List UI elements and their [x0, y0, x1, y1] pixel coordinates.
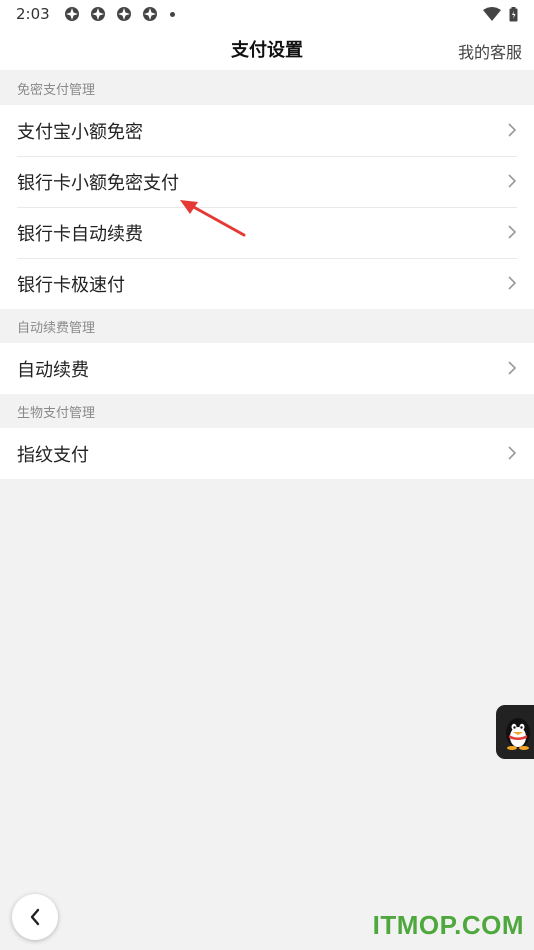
app-notification-icon	[116, 7, 131, 21]
nav-bar: 支付设置 我的客服	[0, 28, 534, 70]
more-notifications-dot	[169, 11, 175, 17]
qq-floating-widget[interactable]	[496, 705, 534, 759]
section-header-auto-renewal: 自动续费管理	[0, 309, 534, 343]
back-button[interactable]	[12, 894, 58, 940]
list-biometric: 指纹支付	[0, 428, 534, 479]
wifi-icon	[483, 7, 501, 21]
chevron-right-icon	[508, 361, 517, 375]
section-header-password-free: 免密支付管理	[0, 71, 534, 105]
status-bar: 2:03	[0, 0, 534, 28]
app-notification-icon	[90, 7, 105, 21]
list-item-bankcard-auto-renewal[interactable]: 银行卡自动续费	[0, 207, 534, 258]
list-item-bankcard-express-pay[interactable]: 银行卡极速付	[0, 258, 534, 309]
chevron-right-icon	[508, 225, 517, 239]
list-item-label: 银行卡自动续费	[17, 223, 143, 245]
list-item-auto-renewal[interactable]: 自动续费	[0, 343, 534, 394]
app-notification-icon	[64, 7, 79, 21]
list-auto-renewal: 自动续费	[0, 343, 534, 394]
chevron-left-icon	[30, 908, 40, 926]
customer-service-link[interactable]: 我的客服	[458, 39, 522, 63]
list-item-label: 银行卡极速付	[17, 274, 125, 296]
list-item-label: 自动续费	[17, 359, 89, 381]
status-right	[483, 6, 518, 22]
annotation-arrow-icon	[180, 200, 246, 237]
chevron-right-icon	[508, 276, 517, 290]
section-header-biometric: 生物支付管理	[0, 394, 534, 428]
chevron-right-icon	[508, 446, 517, 460]
list-item-label: 支付宝小额免密	[17, 121, 143, 143]
qq-penguin-icon	[506, 718, 530, 750]
page-title: 支付设置	[231, 40, 303, 61]
list-item-label: 银行卡小额免密支付	[17, 172, 179, 194]
watermark: ITMOP.COM	[372, 910, 524, 940]
chevron-right-icon	[508, 123, 517, 137]
list-item-label: 指纹支付	[17, 444, 89, 466]
list-item-fingerprint-pay[interactable]: 指纹支付	[0, 428, 534, 479]
battery-icon	[509, 6, 518, 21]
list-password-free: 支付宝小额免密 银行卡小额免密支付 银行卡自动续费 银行卡极速付	[0, 105, 534, 309]
list-item-alipay-small-password-free[interactable]: 支付宝小额免密	[0, 105, 534, 156]
notification-icons	[64, 6, 175, 22]
app-notification-icon	[142, 7, 157, 21]
list-item-bankcard-small-password-free[interactable]: 银行卡小额免密支付	[0, 156, 534, 207]
status-time: 2:03	[16, 5, 50, 23]
chevron-right-icon	[508, 174, 517, 188]
